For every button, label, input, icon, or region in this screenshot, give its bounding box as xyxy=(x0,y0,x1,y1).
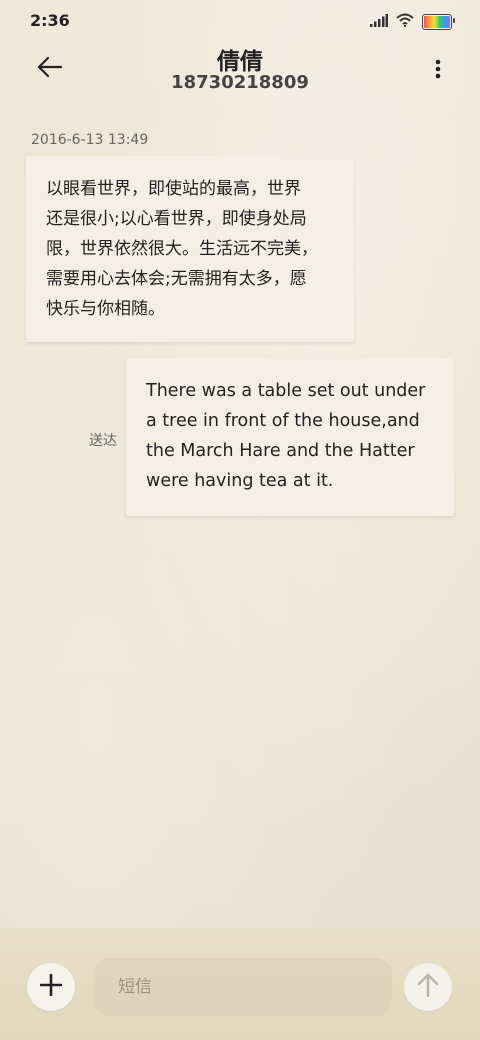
send-button[interactable] xyxy=(404,963,452,1011)
signal-icon xyxy=(370,12,388,31)
status-icons xyxy=(370,12,455,31)
status-bar: 2:36 xyxy=(0,0,480,40)
message-line: 需要用心去体会;无需拥有太多，愿 xyxy=(46,269,307,289)
more-vertical-icon xyxy=(432,59,444,90)
contact-name: 倩倩 xyxy=(217,49,263,75)
message-line: the March Hare and the Hatter xyxy=(146,441,415,461)
outgoing-message-bubble[interactable]: There was a table set out under a tree i… xyxy=(126,358,454,516)
message-input[interactable] xyxy=(94,958,392,1016)
wifi-icon xyxy=(396,12,414,31)
delivery-status: 送达 xyxy=(89,433,117,449)
plus-icon xyxy=(39,973,63,1000)
add-attachment-button[interactable] xyxy=(27,963,75,1011)
message-timestamp: 2016-6-13 13:49 xyxy=(31,132,149,148)
incoming-message-bubble[interactable]: 以眼看世界，即使站的最高，世界 还是很小;以心看世界，即使身处局 限，世界依然很… xyxy=(26,156,354,342)
arrow-up-icon xyxy=(416,972,440,1002)
message-line: 快乐与你相随。 xyxy=(46,299,165,319)
contact-number: 18730218809 xyxy=(171,72,309,93)
message-line: a tree in front of the house,and xyxy=(146,411,420,431)
message-line: 以眼看世界，即使站的最高，世界 xyxy=(46,179,301,199)
conversation-header: 倩倩 18730218809 xyxy=(0,40,480,100)
message-line: were having tea at it. xyxy=(146,471,334,491)
status-time: 2:36 xyxy=(30,11,70,30)
message-line: 限，世界依然很大。生活远不完美， xyxy=(46,239,318,259)
battery-icon xyxy=(422,13,455,30)
message-line: There was a table set out under xyxy=(146,381,426,401)
message-line: 还是很小;以心看世界，即使身处局 xyxy=(46,209,307,229)
more-options-button[interactable] xyxy=(432,56,444,86)
